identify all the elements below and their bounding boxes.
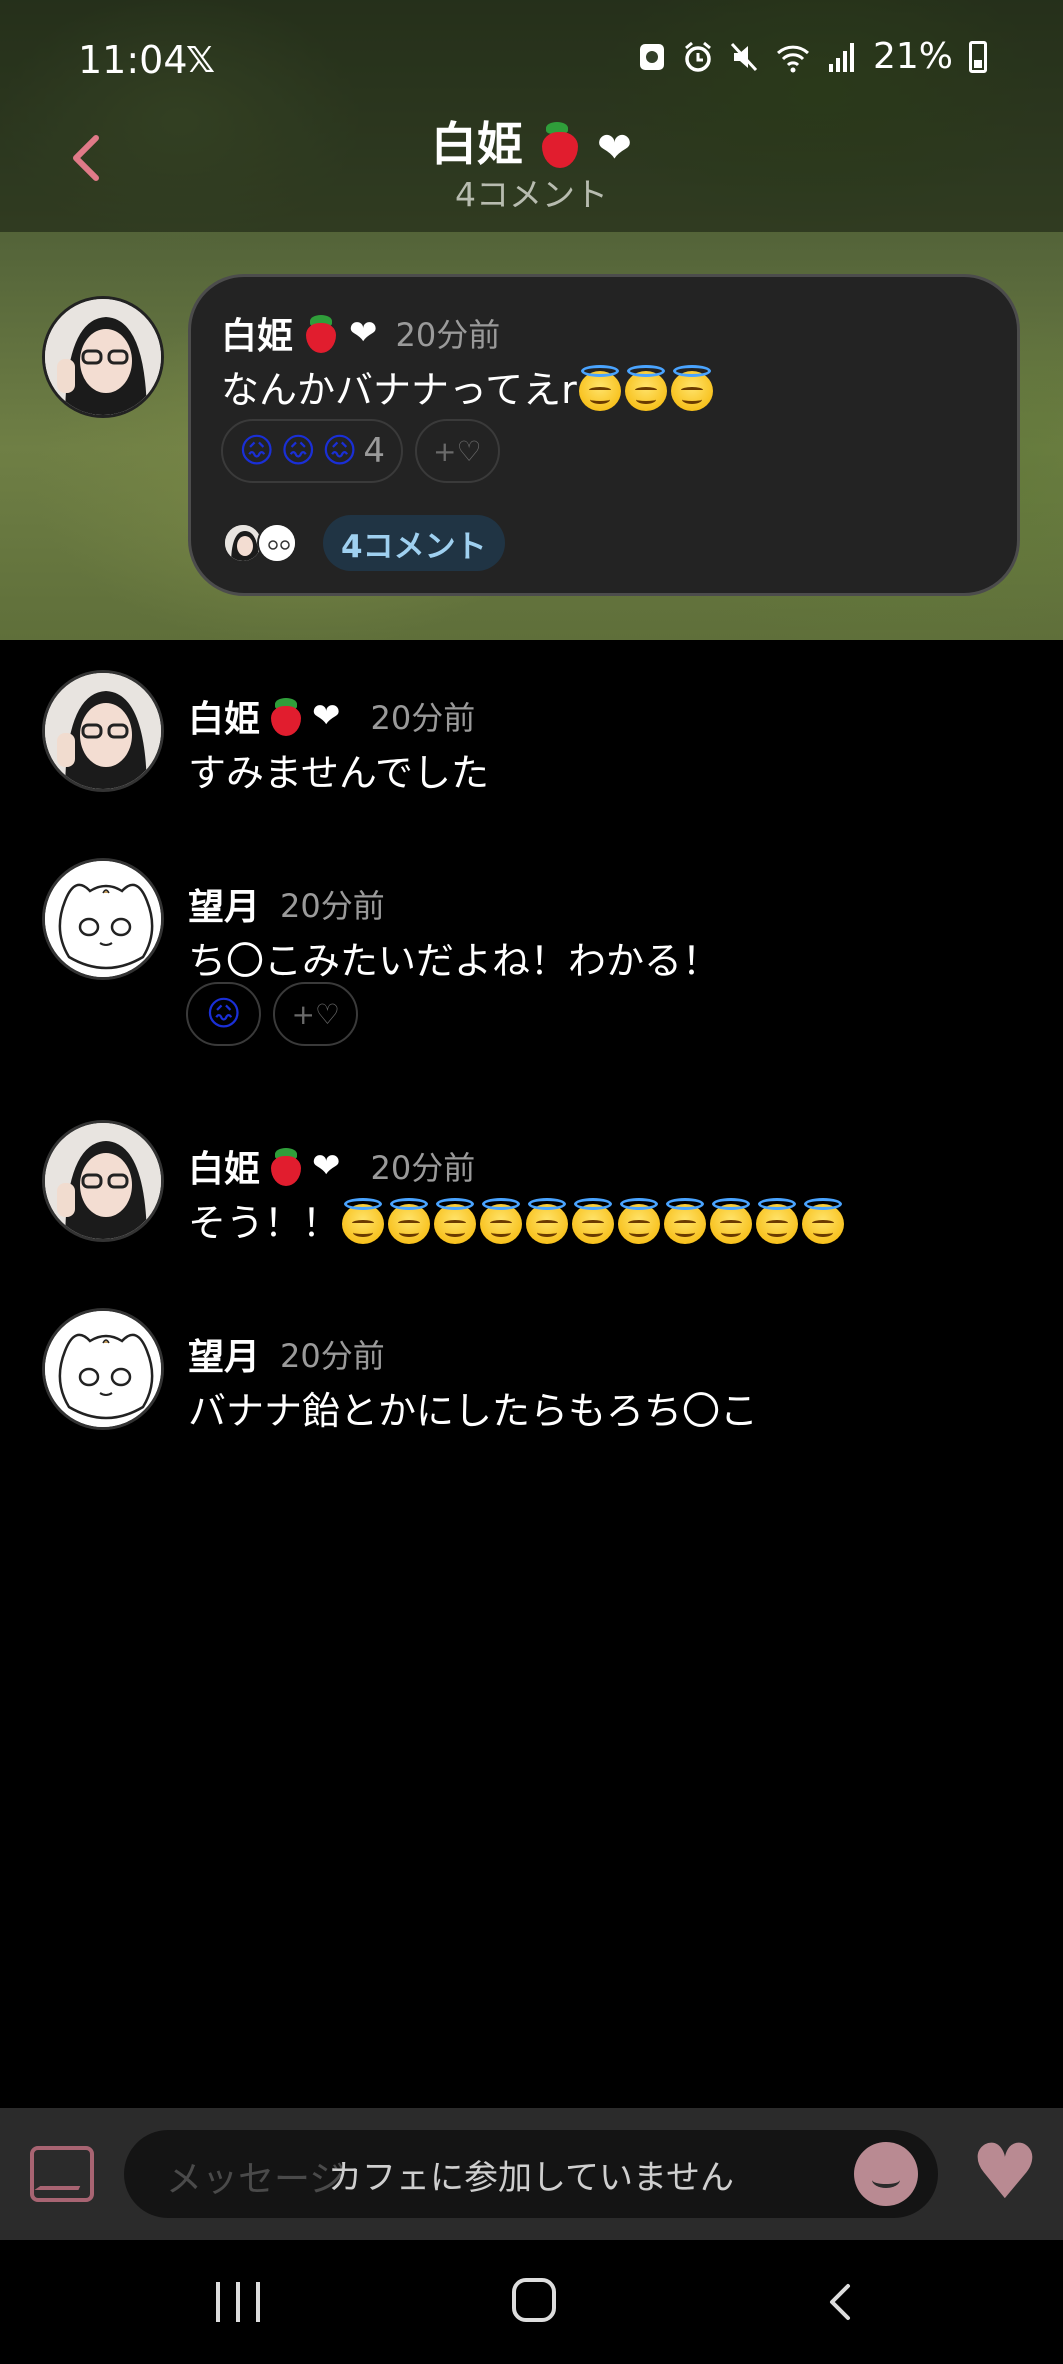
smiling-face-with-halo-icon <box>754 1198 800 1244</box>
avatar[interactable] <box>42 1120 164 1242</box>
page-title: 白姫 ❤ <box>0 108 1063 174</box>
reaction-pill[interactable]: 😖 <box>186 982 262 1046</box>
home-icon[interactable] <box>512 2278 556 2322</box>
emoji-icon[interactable] <box>854 2142 918 2206</box>
comment-text: ち〇こみたいだよね！わかる！ <box>188 939 721 983</box>
post-author-name[interactable]: 白姫 <box>221 307 293 359</box>
add-reaction-button[interactable]: +♡ <box>273 982 359 1046</box>
alarm-icon <box>685 41 711 72</box>
battery-icon <box>969 40 987 73</box>
smiling-face-with-halo-icon <box>623 365 669 411</box>
message-input[interactable]: メッセージ カフェに参加していません <box>124 2130 938 2218</box>
smiling-face-with-halo-icon <box>524 1198 570 1244</box>
original-post-card[interactable]: 白姫 ❤ 20分前 なんかバナナってえr 😖 😖 😖 4 +♡ 4コメント <box>188 274 1020 596</box>
comment-text: すみませんでした <box>188 751 489 795</box>
comment-count: 4コメント <box>455 175 608 214</box>
post-text-content: なんかバナナってえr <box>221 368 577 412</box>
reaction-emoji-icon: 😖 <box>280 431 316 471</box>
comment-header: 白姫 ❤ 20分前 <box>188 1140 475 1192</box>
reaction-emoji-icon: 😖 <box>239 431 275 471</box>
heart-icon: ❤ <box>312 1146 341 1186</box>
screenshot-icon <box>639 43 664 70</box>
message-input-bar: メッセージ カフェに参加していません ♥ <box>0 2108 1063 2240</box>
comment-time: 20分前 <box>280 887 385 925</box>
image-attach-icon[interactable] <box>30 2146 94 2202</box>
heart-icon: ❤ <box>596 123 633 172</box>
reaction-emoji-icon: 😖 <box>206 994 242 1034</box>
reaction-count: 4 <box>363 431 385 471</box>
status-time: 11:04 <box>78 38 188 82</box>
post-reactions: 😖 😖 😖 4 +♡ <box>221 419 500 483</box>
heart-icon: ❤ <box>312 696 341 736</box>
comment-text-content: そう！！ <box>188 1201 341 1245</box>
comment-header: 望月 20分前 <box>188 1328 385 1380</box>
commenter-avatars <box>223 523 297 563</box>
recent-apps-icon[interactable] <box>216 2282 260 2322</box>
mute-icon <box>730 42 758 71</box>
reaction-emoji-icon: 😖 <box>321 431 358 471</box>
smiling-face-with-halo-icon <box>478 1198 524 1244</box>
smiling-face-with-halo-icon <box>570 1198 616 1244</box>
strawberry-icon <box>303 313 339 353</box>
comment-time: 20分前 <box>370 699 476 737</box>
avatar[interactable] <box>42 670 164 792</box>
strawberry-icon <box>539 120 581 168</box>
avatar[interactable] <box>42 858 164 980</box>
avatar <box>257 523 297 563</box>
comment-header: 望月 20分前 <box>188 878 385 930</box>
status-bar: 11:04 𝕏 21% <box>0 0 1063 120</box>
comment-author[interactable]: 望月 <box>188 878 260 930</box>
nav-back-icon[interactable] <box>820 2282 860 2322</box>
smiling-face-with-halo-icon <box>386 1198 432 1244</box>
comment-reactions: 😖 +♡ <box>186 982 359 1046</box>
post-time: 20分前 <box>395 316 501 354</box>
comment-text: そう！！ <box>188 1192 846 1247</box>
title-text: 白姫 <box>430 117 523 171</box>
comment-text: バナナ飴とかにしたらもろち〇こ <box>188 1389 759 1433</box>
not-joined-notice: カフェに参加していません <box>328 2158 734 2198</box>
smiling-face-with-halo-icon <box>800 1198 846 1244</box>
smiling-face-with-halo-icon <box>616 1198 662 1244</box>
comment-header: 白姫 ❤ 20分前 <box>188 690 475 742</box>
comment-time: 20分前 <box>280 1337 385 1375</box>
status-icons: 21% <box>637 36 987 77</box>
battery-percent: 21% <box>872 36 953 77</box>
smiling-face-with-halo-icon <box>577 365 623 411</box>
signal-icon <box>828 42 854 72</box>
comment-author[interactable]: 白姫 <box>188 1140 260 1192</box>
comment-time: 20分前 <box>370 1149 476 1187</box>
comment-author[interactable]: 望月 <box>188 1328 260 1380</box>
heart-icon: ❤ <box>349 313 378 353</box>
avatar[interactable] <box>42 1308 164 1430</box>
strawberry-icon <box>268 696 304 736</box>
comment-count-badge[interactable]: 4コメント <box>323 515 505 571</box>
post-text: なんかバナナってえr <box>221 359 715 414</box>
smiling-face-with-halo-icon <box>340 1198 386 1244</box>
wifi-icon <box>776 45 810 72</box>
reaction-pill[interactable]: 😖 😖 😖 4 <box>221 419 403 483</box>
smiling-face-with-halo-icon <box>669 365 715 411</box>
strawberry-icon <box>268 1146 304 1186</box>
heart-send-icon[interactable]: ♥ <box>971 2134 1039 2210</box>
x-app-icon: 𝕏 <box>186 40 216 81</box>
smiling-face-with-halo-icon <box>708 1198 754 1244</box>
post-header: 白姫 ❤ 20分前 <box>221 307 500 359</box>
add-reaction-button[interactable]: +♡ <box>415 419 500 483</box>
comment-author[interactable]: 白姫 <box>188 690 260 742</box>
smiling-face-with-halo-icon <box>432 1198 478 1244</box>
post-author-avatar[interactable] <box>42 296 164 418</box>
smiling-face-with-halo-icon <box>662 1198 708 1244</box>
system-nav-bar <box>0 2240 1063 2364</box>
